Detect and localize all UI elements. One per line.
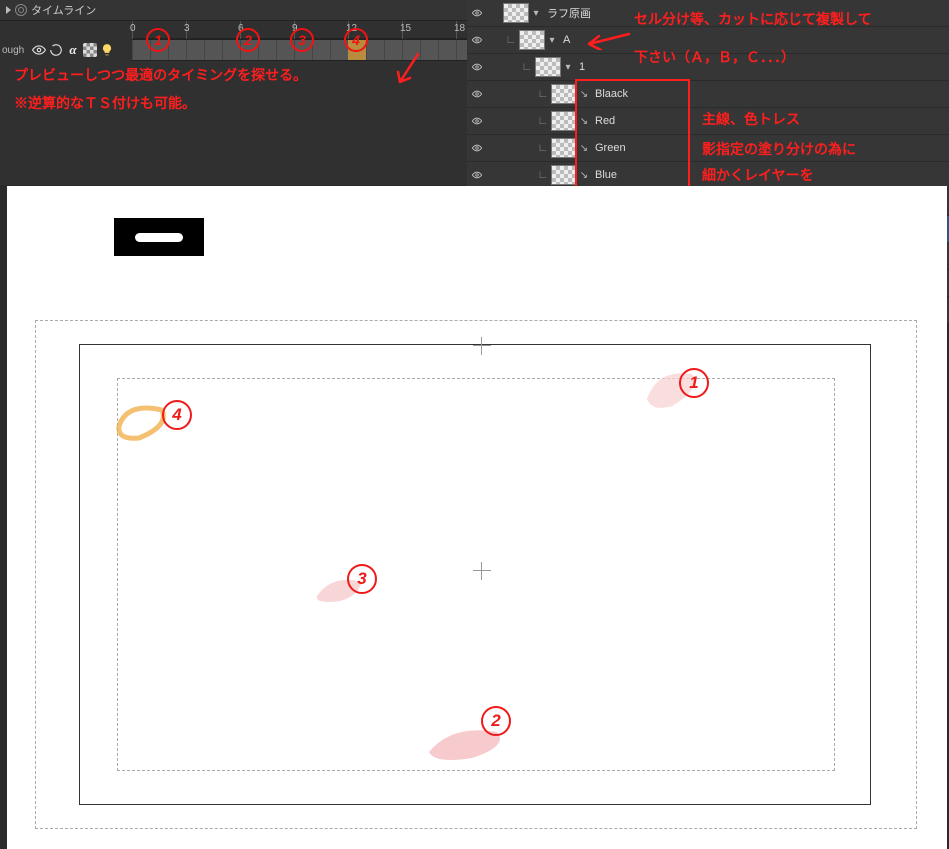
layer-thumbnail: [551, 84, 577, 104]
loop-icon[interactable]: [49, 43, 63, 57]
visibility-toggle[interactable]: [467, 35, 487, 45]
canvas-mark-1: 1: [679, 368, 709, 398]
folder-toggle-icon[interactable]: ▾: [545, 35, 559, 46]
layer-name-label: Blaack: [591, 88, 628, 100]
canvas-mark-3: 3: [347, 564, 377, 594]
layer-thumbnail: [519, 30, 545, 50]
timeline-title: タイムライン: [31, 2, 96, 18]
layer-row[interactable]: ∟ ↘Blaack: [467, 81, 949, 108]
tree-indent: ∟: [535, 169, 551, 181]
canvas-area[interactable]: 1 2 3 4: [7, 186, 947, 849]
tree-indent: ∟: [503, 34, 519, 46]
timeline-panel: タイムライン 0369121518 ough α 1 2 3 4 プレビューしつ…: [0, 0, 467, 185]
timeline-ruler[interactable]: 0369121518: [132, 21, 467, 39]
folder-toggle-icon[interactable]: ▾: [561, 62, 575, 73]
layer-thumbnail: [551, 111, 577, 131]
layer-name-label: 1: [575, 61, 585, 73]
visibility-toggle[interactable]: [467, 62, 487, 72]
timeline-titlebar[interactable]: タイムライン: [0, 0, 467, 21]
layer-note-dup2: 下さい（Ａ，Ｂ，Ｃ．．．）: [634, 46, 795, 70]
layer-note-a: 主線、色トレス: [702, 108, 800, 132]
layer-thumbnail: [551, 165, 577, 185]
clip-icon: ↘: [577, 170, 591, 181]
panel-collapse-icon[interactable]: [6, 6, 11, 14]
visibility-icon[interactable]: [32, 43, 46, 57]
track-label: ough: [0, 45, 32, 56]
center-cross-icon: [473, 562, 491, 580]
visibility-toggle[interactable]: [467, 89, 487, 99]
tree-indent: ∟: [535, 142, 551, 154]
visibility-toggle[interactable]: [467, 8, 487, 18]
tree-indent: ∟: [519, 61, 535, 73]
clip-icon: ↘: [577, 116, 591, 127]
layer-thumbnail: [551, 138, 577, 158]
visibility-toggle[interactable]: [467, 170, 487, 180]
checker-icon[interactable]: [83, 43, 97, 57]
layer-name-label: ラフ原画: [543, 5, 591, 21]
visibility-toggle[interactable]: [467, 143, 487, 153]
track-toolbar: α: [32, 43, 132, 57]
timeline-cells[interactable]: [132, 39, 467, 61]
canvas-mark-4: 4: [162, 400, 192, 430]
clip-icon: ↘: [577, 89, 591, 100]
layer-thumbnail: [503, 3, 529, 23]
timeline-note-1: プレビューしつつ最適のタイミングを探せる。: [14, 64, 307, 86]
timeline-note-2: ※逆算的なＴＳ付けも可能。: [14, 92, 196, 114]
layer-note-b: 影指定の塗り分けの為に: [702, 138, 856, 162]
layer-name-label: Green: [591, 142, 626, 154]
clip-icon: ↘: [577, 143, 591, 154]
layer-note-c: 細かくレイヤーを: [702, 164, 814, 188]
canvas-mark-2: 2: [481, 706, 511, 736]
visibility-toggle[interactable]: [467, 116, 487, 126]
tree-indent: ∟: [535, 88, 551, 100]
layer-name-label: Red: [591, 115, 615, 127]
layer-name-label: Blue: [591, 169, 617, 181]
bulb-icon[interactable]: [100, 43, 114, 57]
onion-skin-indicator: [114, 218, 204, 256]
alpha-icon[interactable]: α: [66, 43, 80, 57]
folder-toggle-icon[interactable]: ▾: [529, 8, 543, 19]
tree-indent: ∟: [535, 115, 551, 127]
timeline-target-icon: [15, 4, 27, 16]
top-cross-icon: [473, 337, 491, 355]
layer-name-label: A: [559, 34, 570, 46]
layer-thumbnail: [535, 57, 561, 77]
layer-note-dup1: セル分け等、カットに応じて複製して: [634, 8, 872, 32]
timeline-track-row[interactable]: ough α: [0, 39, 467, 61]
